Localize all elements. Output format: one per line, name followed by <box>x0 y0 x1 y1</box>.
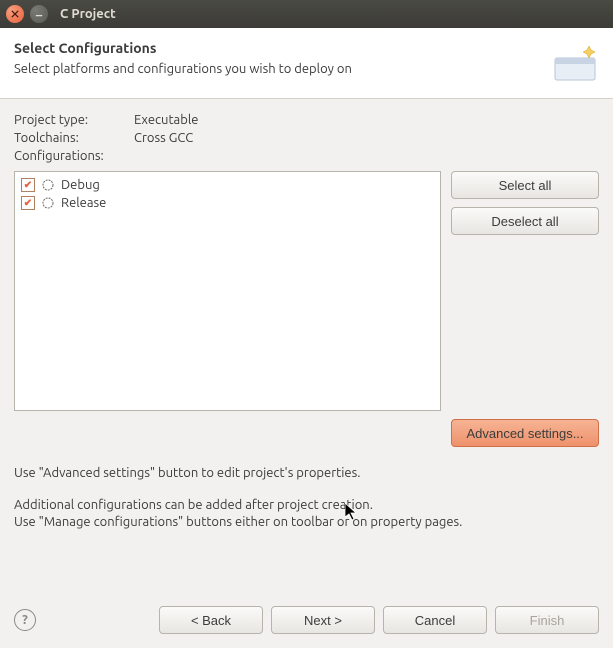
minimize-icon[interactable] <box>30 5 48 23</box>
wizard-header: Select Configurations Select platforms a… <box>0 28 613 99</box>
wizard-footer: ? < Back Next > Cancel Finish <box>0 596 613 648</box>
titlebar: C Project <box>0 0 613 28</box>
configurations-list[interactable]: ✔ Debug ✔ Release <box>14 171 441 411</box>
notes-area: Use "Advanced settings" button to edit p… <box>0 455 613 532</box>
content-area: Project type: Executable Toolchains: Cro… <box>0 99 613 455</box>
configurations-label: Configurations: <box>14 149 134 163</box>
list-item[interactable]: ✔ Debug <box>21 176 434 194</box>
project-type-label: Project type: <box>14 113 134 127</box>
note-line: Use "Advanced settings" button to edit p… <box>14 465 599 483</box>
cancel-button[interactable]: Cancel <box>383 606 487 634</box>
wizard-icon <box>551 40 599 88</box>
page-title: Select Configurations <box>14 40 541 56</box>
window-title: C Project <box>60 7 116 21</box>
page-subtitle: Select platforms and configurations you … <box>14 62 541 76</box>
config-icon <box>41 196 55 210</box>
note-line: Additional configurations can be added a… <box>14 497 599 515</box>
finish-button[interactable]: Finish <box>495 606 599 634</box>
checkbox-icon[interactable]: ✔ <box>21 196 35 210</box>
select-all-button[interactable]: Select all <box>451 171 599 199</box>
back-button[interactable]: < Back <box>159 606 263 634</box>
config-label: Debug <box>61 178 100 192</box>
next-button[interactable]: Next > <box>271 606 375 634</box>
advanced-settings-button[interactable]: Advanced settings... <box>451 419 599 447</box>
note-line: Use "Manage configurations" buttons eith… <box>14 514 599 532</box>
toolchains-value: Cross GCC <box>134 131 193 145</box>
checkbox-icon[interactable]: ✔ <box>21 178 35 192</box>
config-label: Release <box>61 196 106 210</box>
help-icon[interactable]: ? <box>14 609 36 631</box>
deselect-all-button[interactable]: Deselect all <box>451 207 599 235</box>
list-item[interactable]: ✔ Release <box>21 194 434 212</box>
project-type-value: Executable <box>134 113 198 127</box>
config-icon <box>41 178 55 192</box>
close-icon[interactable] <box>6 5 24 23</box>
toolchains-label: Toolchains: <box>14 131 134 145</box>
